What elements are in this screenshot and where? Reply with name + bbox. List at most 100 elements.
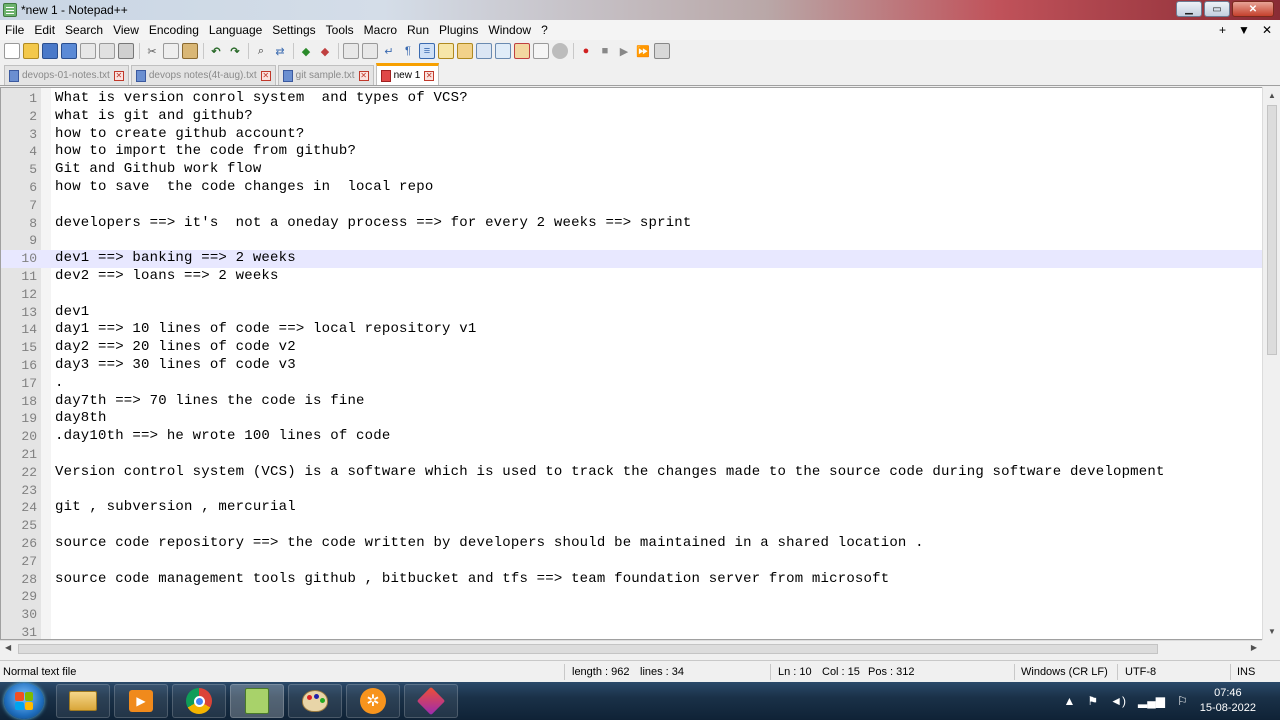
cut-icon[interactable]: ✂: [144, 43, 160, 59]
show-hidden-icons-icon[interactable]: ▲: [1063, 694, 1075, 708]
editor-line[interactable]: 2 what is git and github?: [1, 108, 1263, 126]
scroll-right-arrow-icon[interactable]: ▶: [1251, 643, 1257, 652]
editor-line[interactable]: 21: [1, 446, 1263, 464]
editor-line[interactable]: 19 day8th: [1, 410, 1263, 428]
scroll-left-arrow-icon[interactable]: ◀: [5, 643, 11, 652]
scroll-up-arrow-icon[interactable]: ▲: [1268, 91, 1276, 100]
menu-plugins[interactable]: Plugins: [434, 20, 483, 40]
zoom-in-icon[interactable]: ◆: [298, 43, 314, 59]
editor-line[interactable]: 14 day1 ==> 10 lines of code ==> local re…: [1, 321, 1263, 339]
taskbar-paint[interactable]: [288, 684, 342, 718]
folder-workspace-icon[interactable]: [514, 43, 530, 59]
print-icon[interactable]: [118, 43, 134, 59]
editor-line[interactable]: 13 dev1: [1, 304, 1263, 322]
editor-line[interactable]: 23: [1, 482, 1263, 500]
editor-line[interactable]: 28 source code management tools github , …: [1, 571, 1263, 589]
taskbar-chrome[interactable]: [172, 684, 226, 718]
record-macro-icon[interactable]: ●: [578, 43, 594, 59]
editor-line[interactable]: 18 day7th ==> 70 lines the code is fine: [1, 393, 1263, 411]
new-file-icon[interactable]: [4, 43, 20, 59]
volume-icon[interactable]: ◄): [1110, 694, 1126, 708]
tab-close-icon[interactable]: ✕: [358, 70, 369, 81]
undo-icon[interactable]: ↶: [208, 43, 224, 59]
scroll-down-arrow-icon[interactable]: ▼: [1268, 627, 1276, 636]
tab-close-icon[interactable]: ✕: [424, 70, 435, 81]
taskbar-notepad-plus-plus[interactable]: [230, 684, 284, 718]
menu-help[interactable]: ?: [536, 20, 553, 40]
menu-settings[interactable]: Settings: [267, 20, 320, 40]
zoom-out-icon[interactable]: ◆: [317, 43, 333, 59]
horizontal-scrollbar[interactable]: ◀ ▶: [0, 640, 1262, 657]
add-tab-button[interactable]: +: [1219, 20, 1226, 40]
editor-line[interactable]: 22 Version control system (VCS) is a soft…: [1, 464, 1263, 482]
flag-icon[interactable]: ⚐: [1177, 694, 1188, 708]
stop-macro-icon[interactable]: ■: [597, 43, 613, 59]
editor-line[interactable]: 20 .day10th ==> he wrote 100 lines of cod…: [1, 428, 1263, 446]
editor-line[interactable]: 8 developers ==> it's not a oneday proces…: [1, 215, 1263, 233]
text-editor[interactable]: 1 What is version conrol system and types…: [0, 87, 1280, 640]
menu-search[interactable]: Search: [60, 20, 108, 40]
sync-vertical-icon[interactable]: [343, 43, 359, 59]
tab-close-icon[interactable]: ✕: [113, 70, 124, 81]
replace-icon[interactable]: ⇄: [272, 43, 288, 59]
doc-list-icon[interactable]: [476, 43, 492, 59]
find-icon[interactable]: ⌕: [253, 43, 269, 59]
editor-line[interactable]: 25: [1, 517, 1263, 535]
editor-line[interactable]: 27: [1, 553, 1263, 571]
paste-icon[interactable]: [182, 43, 198, 59]
doc-map-icon[interactable]: [457, 43, 473, 59]
minimize-button[interactable]: ▁: [1176, 1, 1202, 17]
editor-line[interactable]: 24 git , subversion , mercurial: [1, 499, 1263, 517]
menu-language[interactable]: Language: [204, 20, 267, 40]
tab-devops-01-notes[interactable]: devops-01-notes.txt ✕: [4, 65, 129, 85]
menu-file[interactable]: File: [0, 20, 29, 40]
taskbar-app-orange[interactable]: ✲: [346, 684, 400, 718]
copy-icon[interactable]: [163, 43, 179, 59]
indent-guide-icon[interactable]: ≡: [419, 43, 435, 59]
record-macro-off-icon[interactable]: [552, 43, 568, 59]
close-doc-button[interactable]: ✕: [1262, 20, 1272, 40]
sync-horizontal-icon[interactable]: [362, 43, 378, 59]
editor-line[interactable]: 3 how to create github account?: [1, 126, 1263, 144]
save-icon[interactable]: [42, 43, 58, 59]
vertical-scroll-thumb[interactable]: [1267, 105, 1277, 355]
close-all-icon[interactable]: [99, 43, 115, 59]
function-list-icon[interactable]: [495, 43, 511, 59]
maximize-button[interactable]: ▭: [1204, 1, 1230, 17]
menu-macro[interactable]: Macro: [359, 20, 402, 40]
menu-tools[interactable]: Tools: [321, 20, 359, 40]
editor-line[interactable]: 9: [1, 232, 1263, 250]
taskbar-git[interactable]: [404, 684, 458, 718]
tab-list-button[interactable]: ▼: [1238, 20, 1250, 40]
status-insert-mode[interactable]: INS: [1237, 666, 1255, 678]
network-icon[interactable]: ▂▄▆: [1138, 694, 1165, 708]
menu-encoding[interactable]: Encoding: [144, 20, 204, 40]
save-all-icon[interactable]: [61, 43, 77, 59]
save-macro-icon[interactable]: [654, 43, 670, 59]
editor-line[interactable]: 6 how to save the code changes in local r…: [1, 179, 1263, 197]
editor-line[interactable]: 12: [1, 286, 1263, 304]
clock[interactable]: 07:46 15-08-2022: [1200, 686, 1256, 716]
tab-close-icon[interactable]: ✕: [260, 70, 271, 81]
close-file-icon[interactable]: [80, 43, 96, 59]
menu-view[interactable]: View: [108, 20, 144, 40]
editor-line[interactable]: 17.: [1, 375, 1263, 393]
status-eol[interactable]: Windows (CR LF): [1021, 666, 1108, 678]
editor-line[interactable]: 7: [1, 197, 1263, 215]
close-button[interactable]: ✕: [1232, 1, 1274, 17]
play-macro-icon[interactable]: ▶: [616, 43, 632, 59]
udl-icon[interactable]: [438, 43, 454, 59]
taskbar-explorer[interactable]: [56, 684, 110, 718]
show-all-chars-icon[interactable]: ¶: [400, 43, 416, 59]
editor-line[interactable]: 15 day2 ==> 20 lines of code v2: [1, 339, 1263, 357]
editor-line[interactable]: 11 dev2 ==> loans ==> 2 weeks: [1, 268, 1263, 286]
editor-line[interactable]: 16 day3 ==> 30 lines of code v3: [1, 357, 1263, 375]
action-center-icon[interactable]: ⚑: [1087, 694, 1098, 708]
tab-git-sample[interactable]: git sample.txt ✕: [277, 65, 374, 85]
editor-line[interactable]: 10 dev1 ==> banking ==> 2 weeks: [1, 250, 1263, 268]
taskbar-media-player[interactable]: ▶: [114, 684, 168, 718]
tab-devops-notes-4t-aug[interactable]: devops notes(4t-aug).txt ✕: [130, 65, 276, 85]
start-button[interactable]: [4, 683, 44, 719]
editor-line[interactable]: 4 how to import the code from github?: [1, 143, 1263, 161]
editor-line[interactable]: 29: [1, 588, 1263, 606]
